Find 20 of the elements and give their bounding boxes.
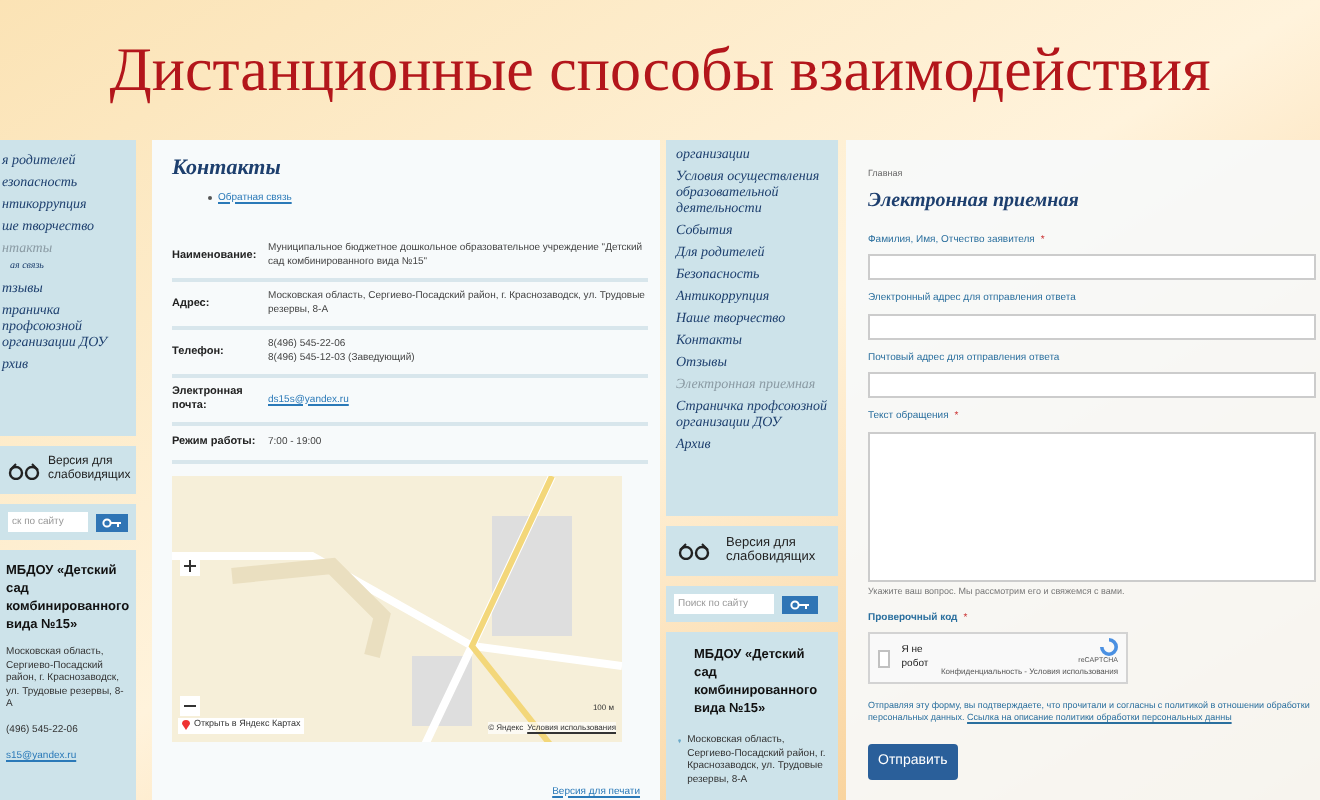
input-field[interactable]: [868, 313, 1316, 340]
message-field[interactable]: [868, 431, 1316, 582]
search-button[interactable]: [782, 595, 818, 614]
input-field[interactable]: [868, 254, 1316, 281]
recaptcha-logo-icon: [1100, 637, 1118, 656]
page-heading: Контакты: [172, 154, 283, 184]
map-pin-icon: [182, 720, 190, 730]
key-icon: [790, 599, 810, 610]
plus-icon: [184, 560, 196, 572]
zoom-out-button[interactable]: [180, 696, 200, 716]
slide-title: Дистанционные способы взаимодействия: [109, 31, 1211, 108]
key-icon: [102, 517, 122, 527]
zoom-in-button[interactable]: [180, 556, 200, 576]
captcha-checkbox[interactable]: [878, 649, 890, 667]
minus-icon: [184, 700, 196, 712]
glasses-icon: [678, 541, 710, 560]
search-button[interactable]: [96, 513, 128, 531]
input-field[interactable]: [868, 372, 1316, 399]
glasses-icon: [8, 461, 40, 479]
page-heading: Электронная приемная: [868, 187, 1081, 216]
